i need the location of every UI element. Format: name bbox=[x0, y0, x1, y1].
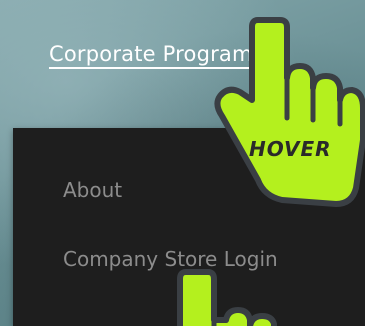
hover-label: HOVER bbox=[249, 137, 332, 161]
nav-link-corporate-programs[interactable]: Corporate Programs bbox=[49, 42, 264, 66]
dropdown-item-company-store-login[interactable]: Company Store Login bbox=[63, 247, 278, 271]
dropdown-item-about[interactable]: About bbox=[63, 178, 122, 202]
